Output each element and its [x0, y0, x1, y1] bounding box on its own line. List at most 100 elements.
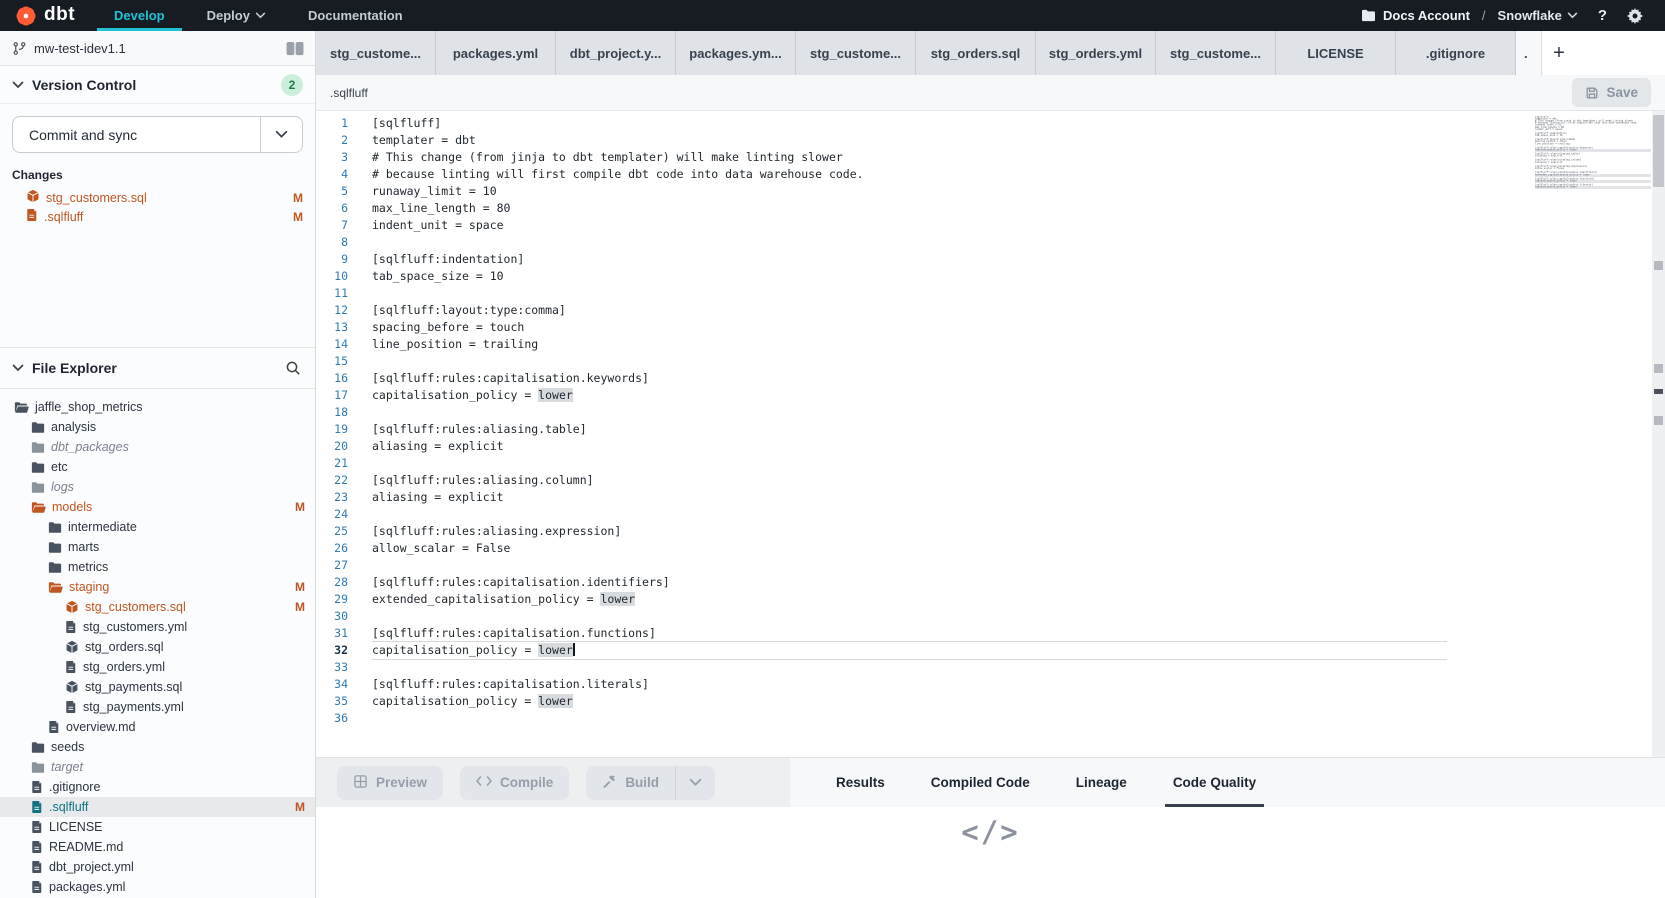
- code-line[interactable]: indent_unit = space: [372, 217, 1447, 234]
- code-line[interactable]: [sqlfluff:indentation]: [372, 251, 1447, 268]
- panel-tab-code-quality[interactable]: Code Quality: [1173, 758, 1256, 807]
- code-line[interactable]: capitalisation_policy = lower: [372, 387, 1447, 404]
- preview-button[interactable]: Preview: [337, 766, 443, 800]
- tree-item-target[interactable]: target: [0, 757, 315, 777]
- code-line[interactable]: [sqlfluff:layout:type:comma]: [372, 302, 1447, 319]
- code-line[interactable]: [sqlfluff:rules:aliasing.table]: [372, 421, 1447, 438]
- editor-tab-7[interactable]: stg_custome...: [1156, 31, 1276, 75]
- code-line[interactable]: [372, 455, 1447, 472]
- editor-tab-8[interactable]: LICENSE: [1276, 31, 1396, 75]
- commit-and-sync-button[interactable]: Commit and sync: [12, 116, 303, 153]
- tree-item-analysis[interactable]: analysis: [0, 417, 315, 437]
- tree-item-stg-orders-yml[interactable]: stg_orders.yml: [0, 657, 315, 677]
- tree-item-stg-payments-yml[interactable]: stg_payments.yml: [0, 697, 315, 717]
- code-line[interactable]: [372, 710, 1447, 727]
- change-item[interactable]: .sqlfluffM: [0, 207, 315, 226]
- tree-item-readme-md[interactable]: README.md: [0, 837, 315, 857]
- tree-item--gitignore[interactable]: .gitignore: [0, 777, 315, 797]
- gear-icon[interactable]: [1627, 8, 1643, 24]
- code-line[interactable]: [372, 659, 1447, 676]
- editor-tab-2[interactable]: dbt_project.y...: [556, 31, 676, 75]
- tree-item-seeds[interactable]: seeds: [0, 737, 315, 757]
- editor-tab-6[interactable]: stg_orders.yml: [1036, 31, 1156, 75]
- code-line[interactable]: aliasing = explicit: [372, 438, 1447, 455]
- editor-tab-3[interactable]: packages.ym...: [676, 31, 796, 75]
- split-panels-icon[interactable]: [285, 41, 305, 56]
- version-control-header[interactable]: Version Control 2: [0, 66, 315, 104]
- tree-item-models[interactable]: modelsM: [0, 497, 315, 517]
- code-line[interactable]: capitalisation_policy = lower: [372, 693, 1447, 710]
- code-line[interactable]: tab_space_size = 10: [372, 268, 1447, 285]
- code-line[interactable]: # This change (from jinja to dbt templat…: [372, 149, 1447, 166]
- build-dropdown[interactable]: [675, 766, 715, 800]
- tree-item-stg-payments-sql[interactable]: stg_payments.sql: [0, 677, 315, 697]
- code-line[interactable]: spacing_before = touch: [372, 319, 1447, 336]
- tree-item-stg-orders-sql[interactable]: stg_orders.sql: [0, 637, 315, 657]
- code-line[interactable]: [372, 608, 1447, 625]
- code-content[interactable]: [sqlfluff]templater = dbt# This change (…: [362, 111, 1665, 757]
- nav-item-develop[interactable]: Develop: [93, 0, 186, 31]
- new-tab-button[interactable]: +: [1542, 31, 1576, 75]
- account-switcher[interactable]: Docs Account: [1361, 8, 1470, 23]
- code-line[interactable]: [372, 506, 1447, 523]
- tree-item-packages-yml[interactable]: packages.yml: [0, 877, 315, 897]
- panel-tab-results[interactable]: Results: [836, 758, 885, 807]
- tree-item-logs[interactable]: logs: [0, 477, 315, 497]
- tree-item-marts[interactable]: marts: [0, 537, 315, 557]
- code-line[interactable]: # because linting will first compile dbt…: [372, 166, 1447, 183]
- code-line[interactable]: [372, 557, 1447, 574]
- code-line[interactable]: [sqlfluff:rules:capitalisation.functions…: [372, 625, 1447, 642]
- code-line[interactable]: capitalisation_policy = lower: [372, 642, 1447, 659]
- tree-item-dbt-packages[interactable]: dbt_packages: [0, 437, 315, 457]
- code-line[interactable]: runaway_limit = 10: [372, 183, 1447, 200]
- tree-item-stg-customers-sql[interactable]: stg_customers.sqlM: [0, 597, 315, 617]
- tree-item-stg-customers-yml[interactable]: stg_customers.yml: [0, 617, 315, 637]
- code-line[interactable]: [sqlfluff:rules:capitalisation.identifie…: [372, 574, 1447, 591]
- code-line[interactable]: [372, 353, 1447, 370]
- help-icon[interactable]: ?: [1598, 7, 1607, 24]
- code-line[interactable]: [372, 285, 1447, 302]
- dbt-logo[interactable]: dbt: [0, 0, 93, 31]
- tree-item-etc[interactable]: etc: [0, 457, 315, 477]
- commit-options-dropdown[interactable]: [260, 117, 302, 152]
- code-line[interactable]: [sqlfluff]: [372, 115, 1447, 132]
- search-icon[interactable]: [285, 360, 301, 376]
- commit-and-sync-label[interactable]: Commit and sync: [13, 117, 260, 152]
- save-button[interactable]: Save: [1572, 78, 1651, 107]
- editor-tab-1[interactable]: packages.yml: [436, 31, 556, 75]
- scrollbar-thumb[interactable]: [1653, 115, 1664, 187]
- editor-tab-active-partial[interactable]: .: [1516, 31, 1542, 75]
- editor-tab-0[interactable]: stg_custome...: [316, 31, 436, 75]
- panel-tab-lineage[interactable]: Lineage: [1076, 758, 1127, 807]
- tree-item-metrics[interactable]: metrics: [0, 557, 315, 577]
- editor-tab-4[interactable]: stg_custome...: [796, 31, 916, 75]
- code-line[interactable]: [372, 404, 1447, 421]
- nav-item-deploy[interactable]: Deploy: [186, 0, 287, 31]
- code-line[interactable]: [sqlfluff:rules:capitalisation.literals]: [372, 676, 1447, 693]
- branch-row[interactable]: mw-test-idev1.1: [0, 31, 315, 66]
- compile-button[interactable]: Compile: [460, 766, 569, 800]
- code-line[interactable]: templater = dbt: [372, 132, 1447, 149]
- code-line[interactable]: [sqlfluff:rules:aliasing.expression]: [372, 523, 1447, 540]
- tree-item-overview-md[interactable]: overview.md: [0, 717, 315, 737]
- build-button[interactable]: Build: [586, 766, 675, 800]
- tree-item-staging[interactable]: stagingM: [0, 577, 315, 597]
- editor-tab-9[interactable]: .gitignore: [1396, 31, 1516, 75]
- file-explorer-header[interactable]: File Explorer: [0, 347, 315, 389]
- code-line[interactable]: line_position = trailing: [372, 336, 1447, 353]
- tree-item-license[interactable]: LICENSE: [0, 817, 315, 837]
- code-line[interactable]: allow_scalar = False: [372, 540, 1447, 557]
- change-item[interactable]: stg_customers.sqlM: [0, 188, 315, 207]
- panel-tab-compiled-code[interactable]: Compiled Code: [931, 758, 1030, 807]
- nav-item-documentation[interactable]: Documentation: [287, 0, 424, 31]
- code-line[interactable]: [sqlfluff:rules:capitalisation.keywords]: [372, 370, 1447, 387]
- code-line[interactable]: aliasing = explicit: [372, 489, 1447, 506]
- tree-item-jaffle-shop-metrics[interactable]: jaffle_shop_metrics: [0, 397, 315, 417]
- code-line[interactable]: [sqlfluff:rules:aliasing.column]: [372, 472, 1447, 489]
- code-line[interactable]: max_line_length = 80: [372, 200, 1447, 217]
- code-line[interactable]: [372, 234, 1447, 251]
- tree-item--sqlfluff[interactable]: .sqlfluffM: [0, 797, 315, 817]
- code-editor[interactable]: 1234567891011121314151617181920212223242…: [316, 111, 1665, 757]
- editor-scrollbar[interactable]: [1652, 111, 1665, 757]
- connection-switcher[interactable]: Snowflake: [1498, 8, 1578, 23]
